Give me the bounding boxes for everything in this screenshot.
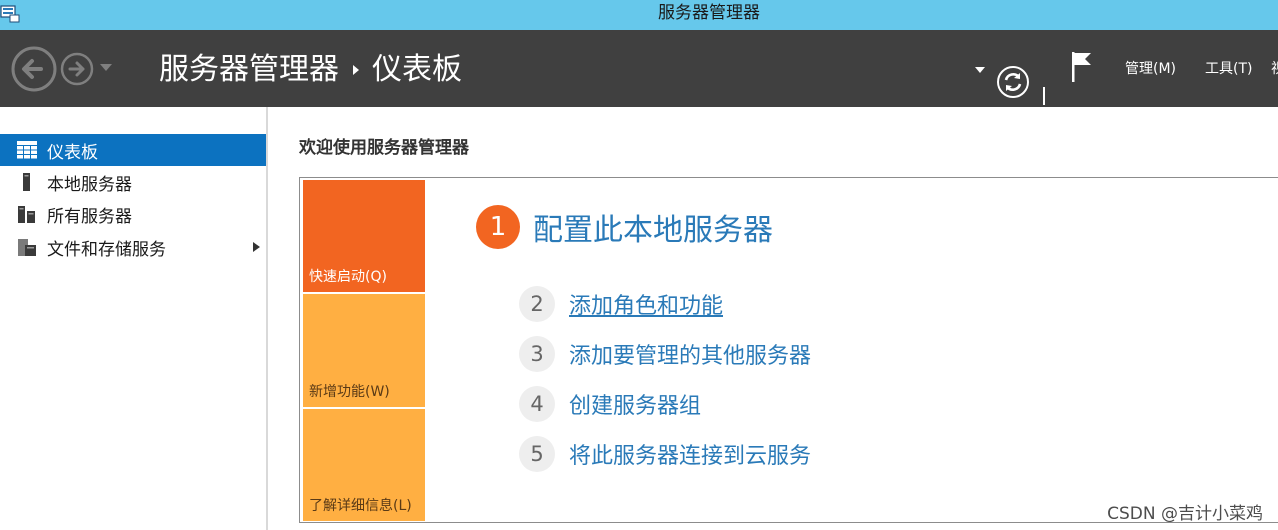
- step-number-badge: 3: [519, 336, 555, 372]
- breadcrumb-separator-icon: [353, 65, 359, 75]
- forward-arrow-icon[interactable]: [60, 52, 94, 86]
- sidebar-item-label: 文件和存储服务: [47, 239, 166, 260]
- flag-icon[interactable]: [1069, 50, 1095, 84]
- storage-icon: [17, 237, 37, 257]
- sidebar-item-all-servers[interactable]: 所有服务器: [0, 198, 266, 230]
- manage-menu[interactable]: 管理(M): [1125, 58, 1176, 80]
- watermark: CSDN @吉计小菜鸡: [1107, 504, 1263, 524]
- tile-label: 快速启动(Q): [309, 269, 387, 285]
- tile-new-features[interactable]: 新增功能(W): [303, 294, 425, 407]
- step-add-servers[interactable]: 3 添加要管理的其他服务器: [519, 336, 811, 372]
- main-content: 欢迎使用服务器管理器 快速启动(Q) 新增功能(W) 了解详细信息(L) 1 配…: [268, 107, 1278, 530]
- refresh-icon[interactable]: [996, 65, 1030, 99]
- sidebar-item-dashboard[interactable]: 仪表板: [0, 134, 266, 166]
- header-bar: 服务器管理器 仪表板 管理(M) 工具(T) 视: [0, 30, 1278, 107]
- breadcrumb-current: 仪表板: [372, 52, 462, 87]
- step-add-roles[interactable]: 2 添加角色和功能: [519, 286, 723, 322]
- breadcrumb: 服务器管理器 仪表板: [159, 48, 462, 92]
- welcome-heading: 欢迎使用服务器管理器: [299, 138, 469, 158]
- header-divider: [1043, 87, 1045, 105]
- tile-quickstart[interactable]: 快速启动(Q): [303, 180, 425, 292]
- step-number-badge: 2: [519, 286, 555, 322]
- step-link[interactable]: 添加要管理的其他服务器: [569, 338, 811, 370]
- step-create-group[interactable]: 4 创建服务器组: [519, 386, 701, 422]
- view-menu[interactable]: 视: [1271, 58, 1278, 80]
- step-number-badge: 1: [476, 205, 520, 249]
- dashboard-icon: [17, 140, 37, 160]
- step-label[interactable]: 配置此本地服务器: [533, 205, 773, 249]
- sidebar-item-label: 所有服务器: [47, 206, 132, 227]
- expand-arrow-icon[interactable]: [253, 242, 260, 252]
- sidebar-item-local-server[interactable]: 本地服务器: [0, 166, 266, 198]
- server-manager-window: 服务器管理器 服务器管理器 仪表板 管理(M) 工具(T) 仪表板 本地服务器 …: [0, 0, 1278, 530]
- sidebar-item-file-storage[interactable]: 文件和存储服务: [0, 231, 266, 263]
- history-chevron-down-icon[interactable]: [100, 64, 112, 72]
- tile-label: 了解详细信息(L): [309, 498, 412, 514]
- back-arrow-icon[interactable]: [11, 46, 57, 92]
- step-configure-local-server[interactable]: 1 配置此本地服务器: [476, 205, 773, 249]
- quickstart-panel: 快速启动(Q) 新增功能(W) 了解详细信息(L) 1 配置此本地服务器 2 添…: [299, 177, 1278, 523]
- window-title: 服务器管理器: [658, 3, 760, 23]
- step-link[interactable]: 创建服务器组: [569, 388, 701, 420]
- sidebar-item-label: 仪表板: [47, 142, 98, 163]
- server-icon: [17, 172, 37, 192]
- sidebar-item-label: 本地服务器: [47, 174, 132, 195]
- sidebar: 仪表板 本地服务器 所有服务器 文件和存储服务: [0, 107, 268, 530]
- step-connect-cloud[interactable]: 5 将此服务器连接到云服务: [519, 436, 811, 472]
- chevron-down-icon[interactable]: [975, 67, 985, 73]
- step-link[interactable]: 添加角色和功能: [569, 288, 723, 320]
- tools-menu[interactable]: 工具(T): [1205, 58, 1252, 80]
- step-number-badge: 5: [519, 436, 555, 472]
- tile-learn-more[interactable]: 了解详细信息(L): [303, 409, 425, 521]
- step-number-badge: 4: [519, 386, 555, 422]
- breadcrumb-root[interactable]: 服务器管理器: [159, 48, 339, 92]
- servers-icon: [17, 204, 37, 224]
- tile-label: 新增功能(W): [309, 384, 390, 400]
- title-bar: 服务器管理器: [0, 0, 1278, 30]
- step-link[interactable]: 将此服务器连接到云服务: [569, 438, 811, 470]
